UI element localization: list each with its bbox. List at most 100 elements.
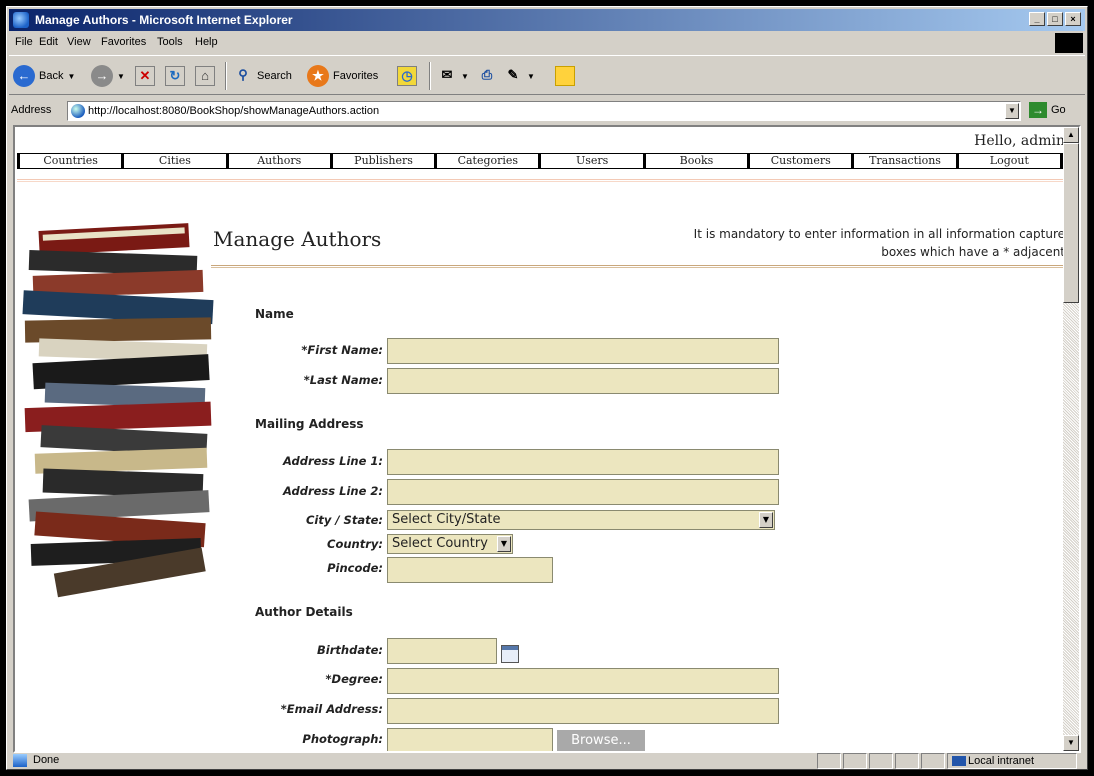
country-select[interactable]: Select Country ▼ [387,534,513,554]
search-label: Search [257,70,292,82]
vertical-scrollbar[interactable]: ▲ ▼ [1063,127,1079,751]
first-name-label: *First Name: [301,343,383,357]
last-name-field[interactable] [387,368,779,394]
photograph-field[interactable] [387,728,553,751]
back-label: Back [39,70,64,82]
title-bar[interactable]: Manage Authors - Microsoft Internet Expl… [9,9,1085,31]
nav-countries[interactable]: Countries [17,154,121,168]
window-title: Manage Authors - Microsoft Internet Expl… [35,13,293,27]
pincode-field[interactable] [387,557,553,583]
birthdate-label: Birthdate: [317,643,383,657]
scroll-up-icon[interactable]: ▲ [1063,127,1079,143]
web-page: Hello, admin Countries Cities Authors Pu… [15,127,1065,751]
status-bar: Done Local intranet [9,753,1085,769]
note-icon [555,66,575,86]
nav-users[interactable]: Users [538,154,642,168]
header-divider [17,179,1063,182]
degree-label: *Degree: [325,672,383,686]
toolbar-separator [225,62,227,90]
address-dropdown-icon[interactable]: ▼ [1005,103,1019,119]
print-button[interactable]: ⎙ [477,64,497,88]
toolbar: ← Back ▼ → ▼ ✕ ↻ ⌂ ⚲ Search ★ Favorites … [9,55,1085,95]
pincode-label: Pincode: [327,561,383,575]
section-mailing-address: Mailing Address [255,417,364,431]
page-viewport: Hello, admin Countries Cities Authors Pu… [13,125,1081,753]
degree-field[interactable] [387,668,779,694]
history-button[interactable]: ◷ [397,64,417,88]
nav-logout[interactable]: Logout [955,154,1063,168]
chevron-down-icon[interactable]: ▼ [759,512,773,528]
birthdate-field[interactable] [387,638,497,664]
chevron-down-icon[interactable]: ▼ [497,536,511,552]
edit-page-icon: ✎ [507,67,519,82]
dropdown-arrow-icon[interactable]: ▼ [117,72,125,81]
intranet-icon [952,756,966,766]
menu-file[interactable]: File [15,36,33,48]
email-label: *Email Address: [280,702,383,716]
dropdown-arrow-icon[interactable]: ▼ [527,72,535,81]
forward-arrow-icon: → [91,65,113,87]
maximize-button[interactable]: □ [1047,12,1063,26]
nav-books[interactable]: Books [642,154,747,168]
address-input[interactable]: http://localhost:8080/BookShop/showManag… [67,101,1021,121]
home-icon: ⌂ [195,66,215,86]
edit-button[interactable]: ✎ ▼ [503,64,535,88]
city-state-label: City / State: [305,513,383,527]
back-arrow-icon: ← [13,65,35,87]
menu-tools[interactable]: Tools [157,36,183,48]
address-bar: Address http://localhost:8080/BookShop/s… [9,99,1085,123]
address-line-2-field[interactable] [387,479,779,505]
section-author-details: Author Details [255,605,353,619]
status-pane [843,753,867,769]
search-icon: ⚲ [238,67,248,82]
browser-window: Manage Authors - Microsoft Internet Expl… [6,6,1088,770]
stop-button[interactable]: ✕ [135,64,155,88]
favorites-button[interactable]: ★ Favorites [307,64,378,88]
menu-help[interactable]: Help [195,36,218,48]
address-line-2-label: Address Line 2: [282,484,383,498]
scroll-down-icon[interactable]: ▼ [1063,735,1079,751]
nav-categories[interactable]: Categories [434,154,538,168]
menu-view[interactable]: View [67,36,91,48]
main-nav: Countries Cities Authors Publishers Cate… [17,153,1063,169]
ie-logo-icon [13,12,29,28]
nav-cities[interactable]: Cities [121,154,225,168]
country-select-value: Select Country [392,536,488,551]
search-button[interactable]: ⚲ Search [233,64,292,88]
refresh-button[interactable]: ↻ [165,64,185,88]
menu-favorites[interactable]: Favorites [101,36,146,48]
ie-throbber-icon [1055,33,1083,53]
zone-label: Local intranet [968,755,1035,767]
back-button[interactable]: ← Back ▼ [13,64,75,88]
mail-button[interactable]: ✉ ▼ [437,64,469,88]
last-name-label: *Last Name: [303,373,383,387]
nav-customers[interactable]: Customers [747,154,851,168]
close-button[interactable]: × [1065,12,1081,26]
page-icon [71,104,85,118]
go-label: Go [1051,104,1066,116]
forward-button[interactable]: → ▼ [91,64,125,88]
scrollbar-thumb[interactable] [1063,143,1079,303]
address-line-1-field[interactable] [387,449,779,475]
home-button[interactable]: ⌂ [195,64,215,88]
status-pane [921,753,945,769]
nav-transactions[interactable]: Transactions [851,154,955,168]
security-zone: Local intranet [947,753,1077,769]
email-field[interactable] [387,698,779,724]
browse-button[interactable]: Browse... [557,730,645,751]
calendar-icon[interactable] [501,645,519,663]
nav-publishers[interactable]: Publishers [329,154,434,168]
messenger-button[interactable] [555,64,575,88]
go-button[interactable]: → Go [1029,102,1066,118]
nav-authors[interactable]: Authors [225,154,330,168]
dropdown-arrow-icon[interactable]: ▼ [67,72,75,81]
address-line-1-label: Address Line 1: [282,454,383,468]
menu-edit[interactable]: Edit [39,36,58,48]
refresh-icon: ↻ [165,66,185,86]
city-state-select[interactable]: Select City/State ▼ [387,510,775,530]
dropdown-arrow-icon[interactable]: ▼ [461,72,469,81]
first-name-field[interactable] [387,338,779,364]
status-pane [869,753,893,769]
minimize-button[interactable]: _ [1029,12,1045,26]
city-state-select-value: Select City/State [392,512,501,527]
